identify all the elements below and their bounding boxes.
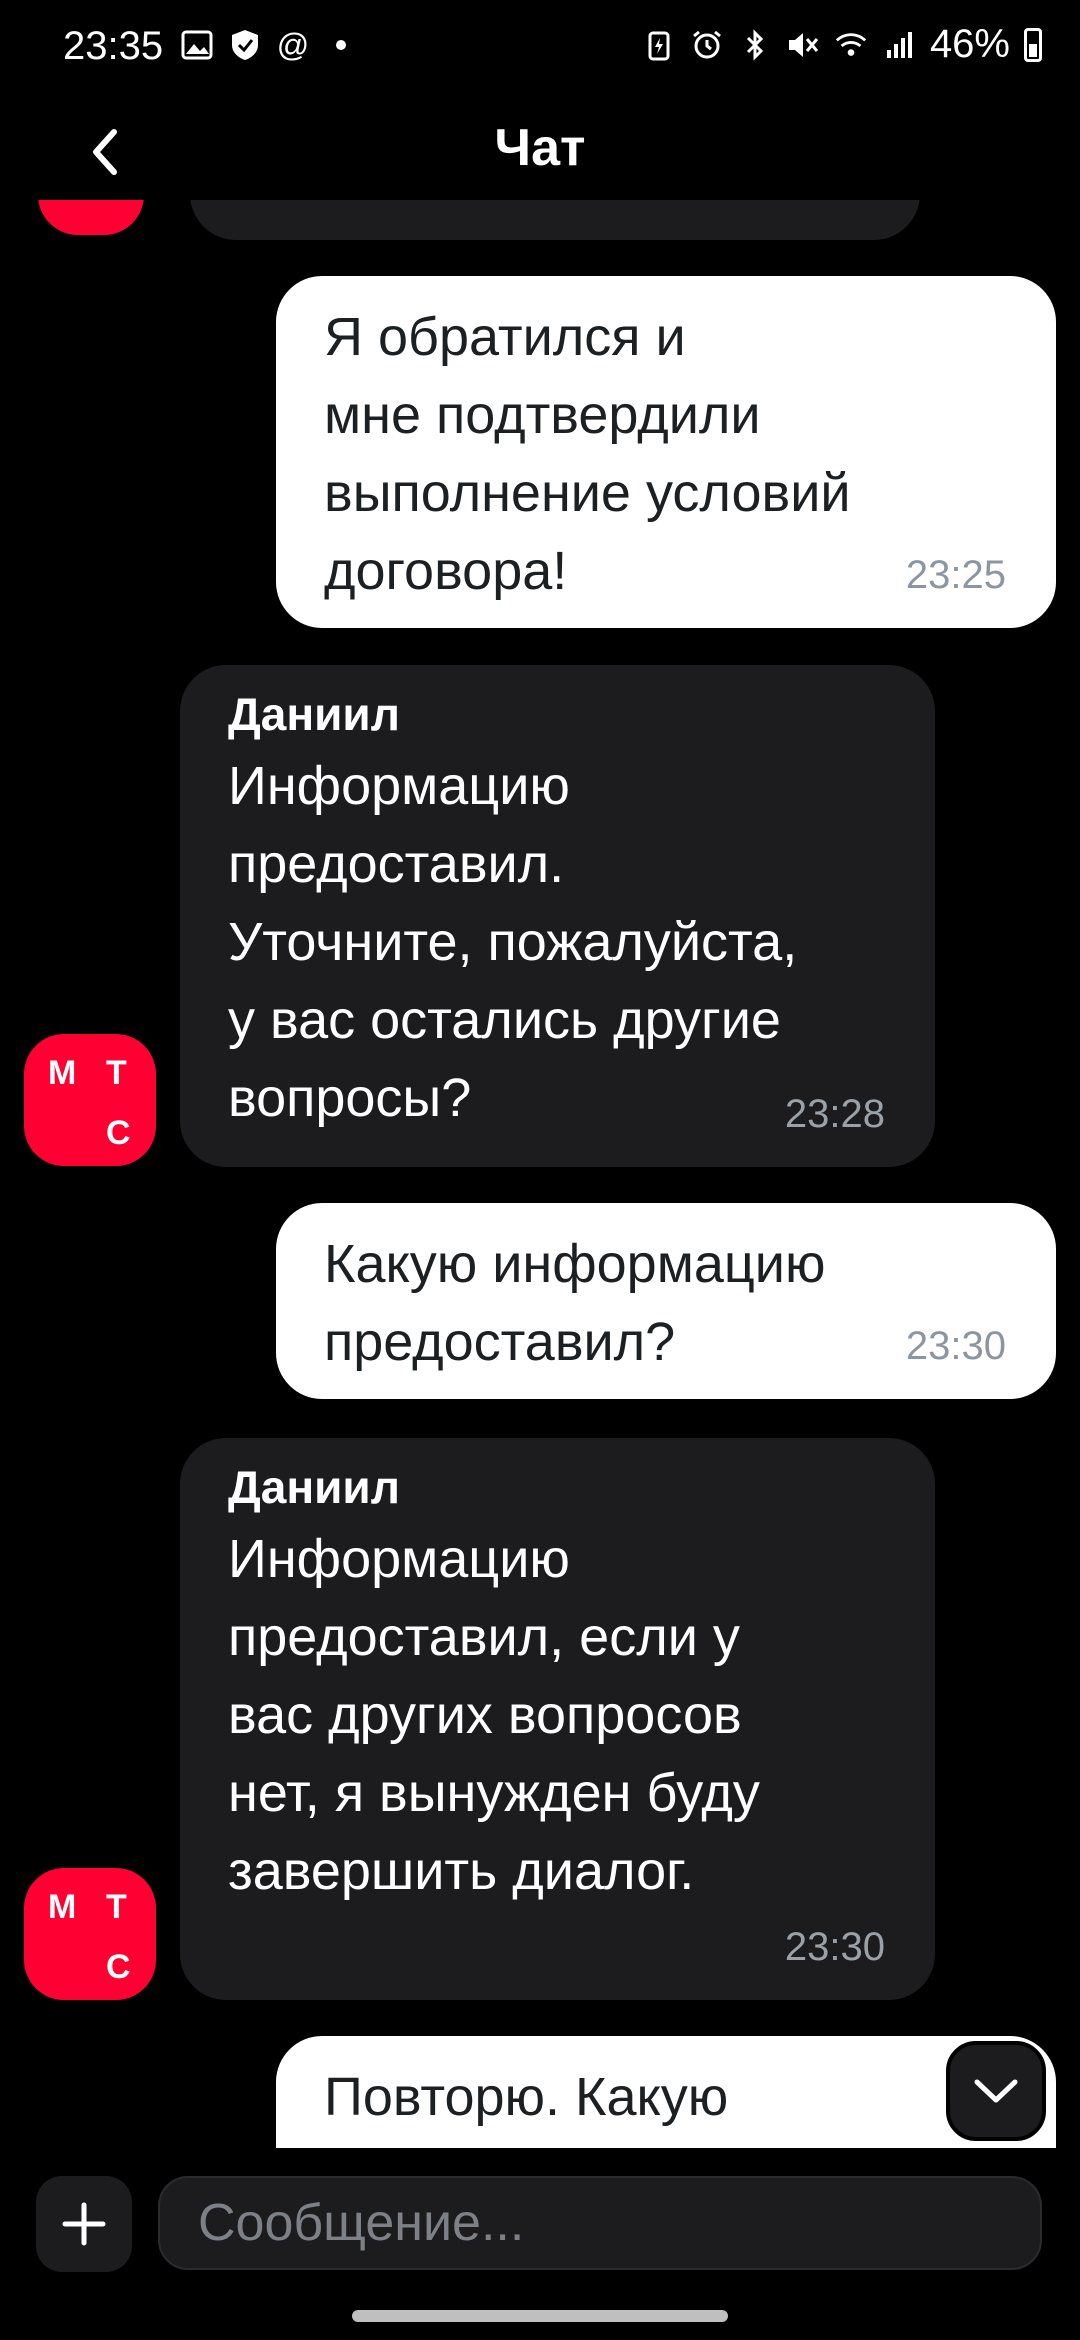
scroll-down-button[interactable] xyxy=(946,2041,1046,2141)
battery-percent: 46% xyxy=(929,22,1010,66)
avatar[interactable]: М Т С xyxy=(24,1034,156,1166)
message-bubble-outgoing[interactable]: Повторю. Какую xyxy=(276,2036,1056,2148)
message-text: Повторю. Какую xyxy=(324,2067,729,2127)
status-left-icons: @ xyxy=(180,26,358,63)
avatar-letter-t: Т xyxy=(106,1054,127,1092)
avatar[interactable]: М Т С xyxy=(24,1868,156,2000)
message-bubble-incoming[interactable]: Даниил Информацию предоставил, если у ва… xyxy=(180,1438,935,2000)
at-icon: @ xyxy=(276,26,310,63)
message-text: Какую информацию предоставил? xyxy=(324,1234,826,1372)
page-title: Чат xyxy=(494,119,586,177)
message-time: 23:25 xyxy=(905,553,1006,597)
message-text: Информацию предоставил, если у вас други… xyxy=(228,1529,760,1901)
message-input[interactable] xyxy=(158,2176,1042,2270)
chat-messages[interactable]: Я обратился и мне подтвердили выполнение… xyxy=(0,200,1080,2148)
signal-icon xyxy=(882,28,916,62)
battery-icon xyxy=(1024,27,1042,62)
home-indicator[interactable] xyxy=(352,2310,728,2322)
sender-name: Даниил xyxy=(228,1461,400,1513)
chat-header: Чат xyxy=(0,100,1080,200)
message-bubble-outgoing[interactable]: Я обратился и мне подтвердили выполнение… xyxy=(276,276,1056,628)
shield-icon xyxy=(228,28,262,62)
avatar-letter-s: С xyxy=(106,1114,131,1152)
status-bar: 23:35 @ 46% xyxy=(0,0,1080,100)
status-right-icons: 46% xyxy=(642,22,1042,67)
avatar-letter-t: Т xyxy=(106,1888,127,1926)
message-time: 23:30 xyxy=(905,1324,1006,1368)
battery-saver-icon xyxy=(642,28,676,62)
composer xyxy=(0,2150,1080,2290)
status-time: 23:35 xyxy=(63,24,164,68)
message-time: 23:30 xyxy=(784,1925,885,1969)
plus-icon xyxy=(62,2202,106,2246)
message-bubble-incoming[interactable]: Даниил Информацию предоставил. Уточните,… xyxy=(180,665,935,1167)
message-time: 23:28 xyxy=(784,1092,885,1136)
avatar-letter-m: М xyxy=(48,1888,77,1926)
mute-icon xyxy=(786,28,820,62)
bluetooth-icon xyxy=(738,28,772,62)
avatar-letter-s: С xyxy=(106,1948,131,1986)
dot-icon xyxy=(324,28,358,62)
message-bubble-outgoing[interactable]: Какую информацию предоставил? 23:30 xyxy=(276,1203,1056,1399)
sender-name: Даниил xyxy=(228,688,400,740)
message-text: Я обратился и мне подтвердили выполнение… xyxy=(324,307,851,601)
wifi-icon xyxy=(834,28,868,62)
image-icon xyxy=(180,28,214,62)
message-text: Информацию предоставил. Уточните, пожалу… xyxy=(228,756,798,1128)
partial-incoming-bubble xyxy=(190,200,920,240)
alarm-icon xyxy=(690,28,724,62)
avatar-letter-m: М xyxy=(48,1054,77,1092)
chevron-down-icon xyxy=(974,2079,1018,2103)
attach-button[interactable] xyxy=(36,2176,132,2272)
partial-avatar xyxy=(38,200,144,235)
